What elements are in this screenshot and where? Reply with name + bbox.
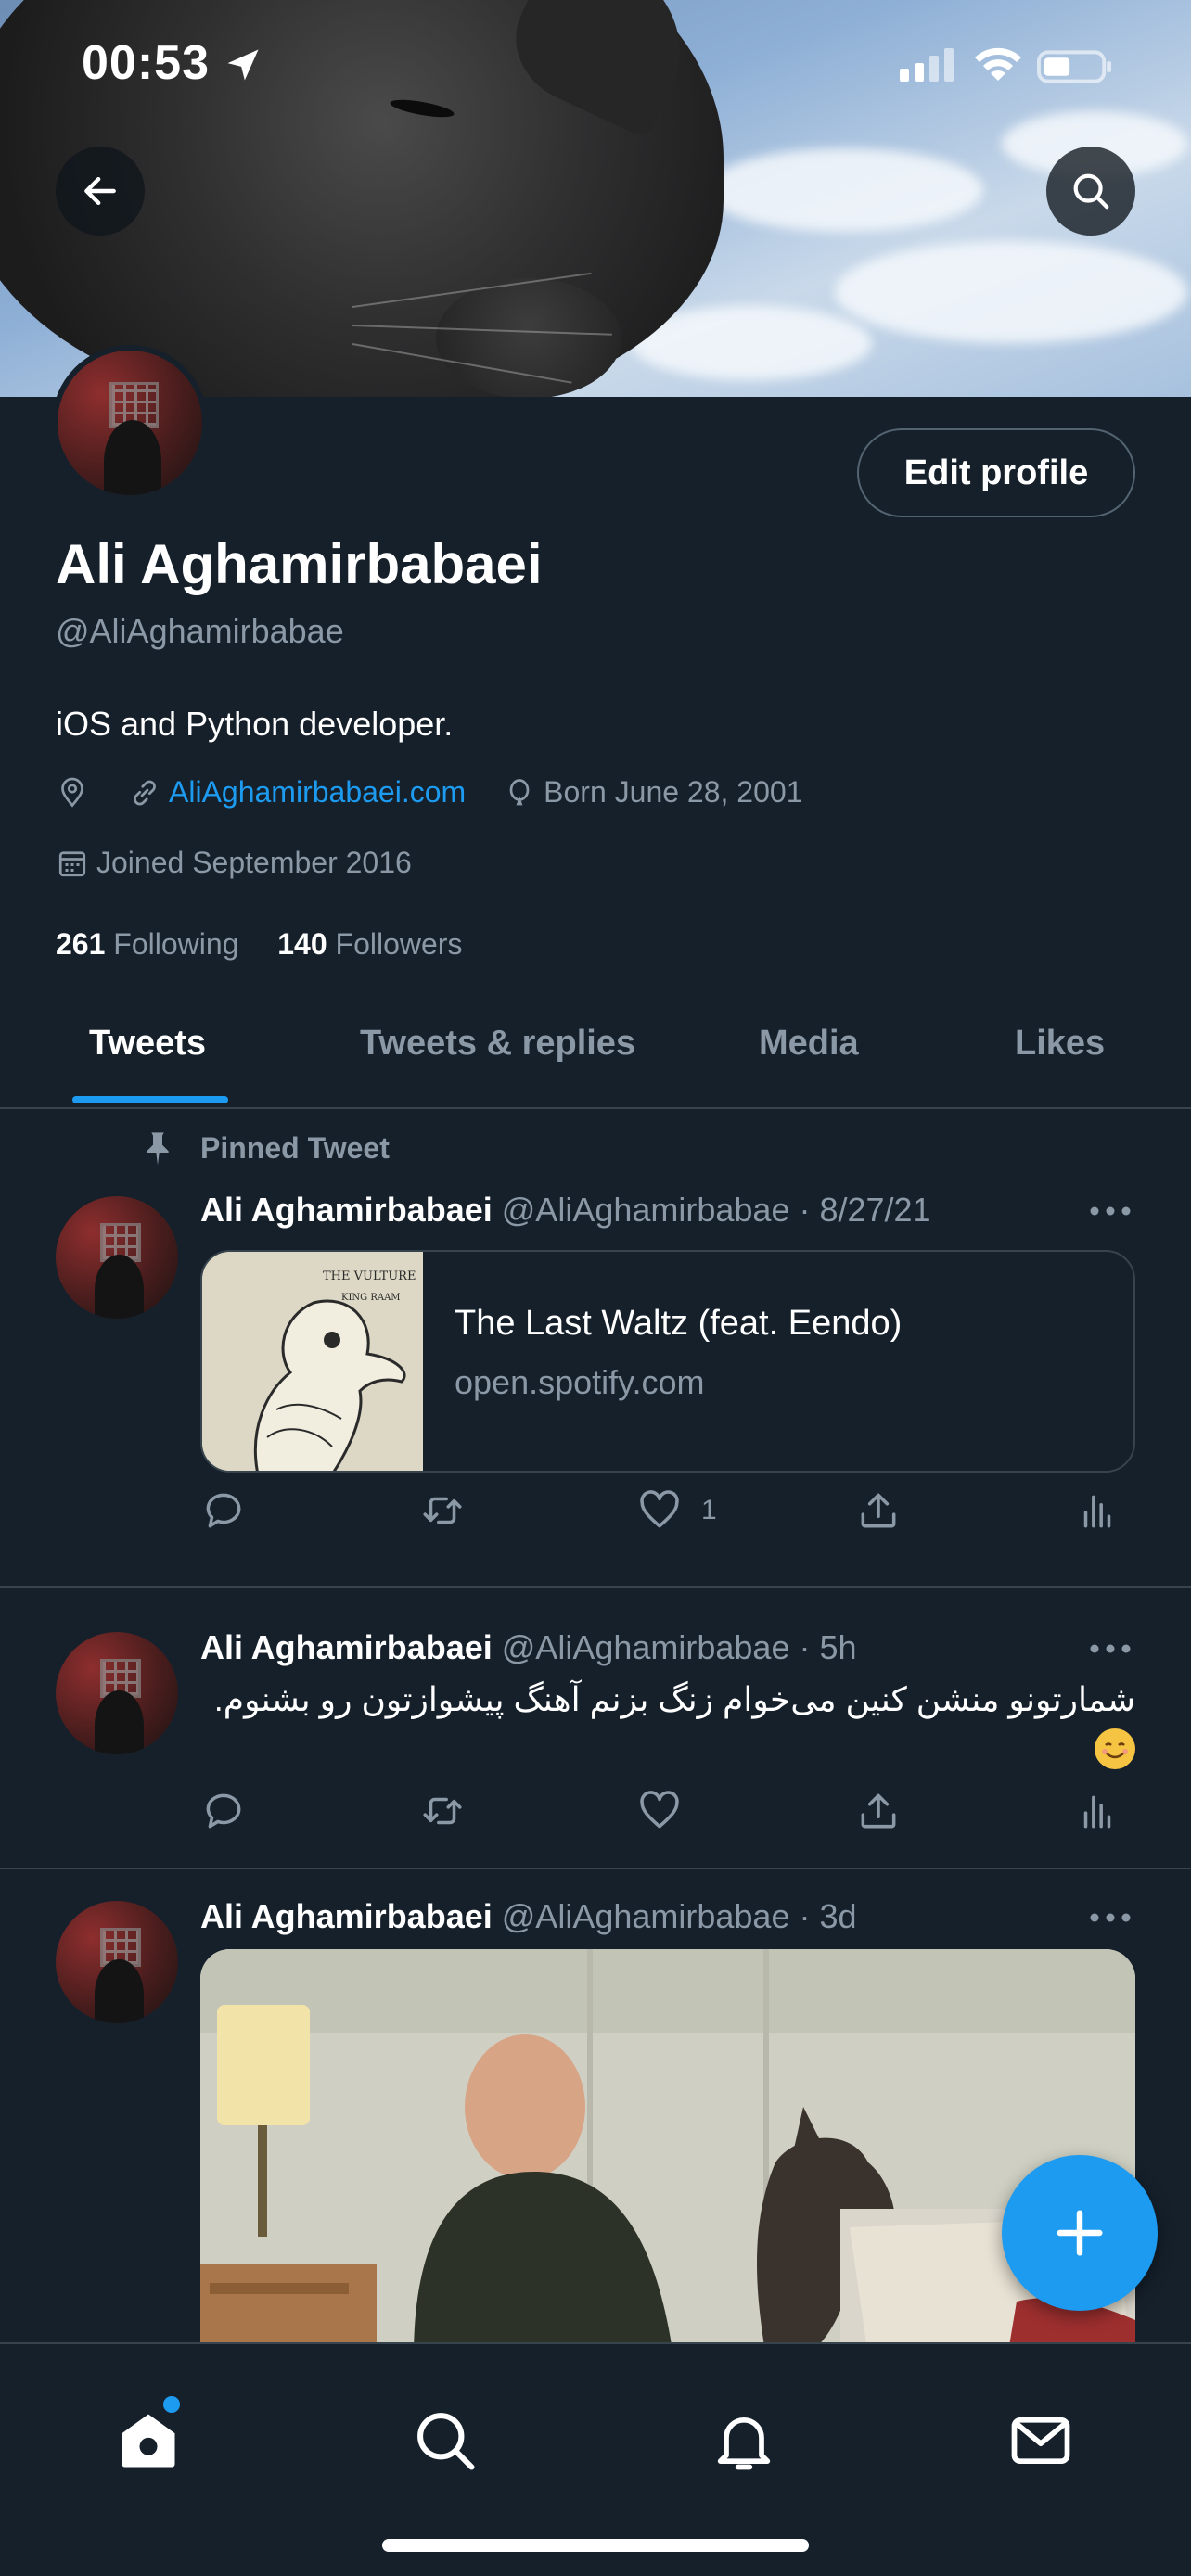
tweet-header: Ali Aghamirbabaei @AliAghamirbabae · 3d: [200, 1897, 857, 1936]
retweet-icon: [423, 1797, 462, 1825]
tweet-header: Ali Aghamirbabaei @AliAghamirbabae · 8/2…: [200, 1191, 931, 1230]
analytics-button[interactable]: [1074, 1487, 1121, 1534]
heart-icon: [640, 1791, 679, 1829]
balloon-icon: [509, 778, 530, 805]
tab-media[interactable]: Media: [759, 1024, 859, 1064]
link-card-title: The Last Waltz (feat. Eendo): [455, 1304, 903, 1343]
home-notification-dot: [163, 2396, 180, 2413]
reply-button[interactable]: [200, 1487, 247, 1534]
following-label: Following: [113, 927, 239, 961]
status-time: 00:53: [82, 36, 210, 90]
home-icon[interactable]: [113, 2405, 184, 2476]
analytics-icon: [1083, 1795, 1111, 1829]
share-icon: [861, 1493, 896, 1528]
like-button[interactable]: [636, 1788, 683, 1834]
status-bar: 00:53: [0, 0, 1191, 130]
search-button[interactable]: [1046, 147, 1135, 236]
profile-name: Ali Aghamirbabaei: [56, 533, 543, 595]
analytics-icon: [1083, 1495, 1111, 1528]
tweet-header: Ali Aghamirbabaei @AliAghamirbabae · 5h: [200, 1628, 857, 1667]
retweet-button[interactable]: [419, 1788, 466, 1834]
share-icon: [861, 1793, 896, 1829]
tweet-body: شمارتونو منشن کنین می‌خوام زنگ بزنم آهنگ…: [213, 1680, 1135, 1718]
reply-button[interactable]: [200, 1788, 247, 1834]
tab-likes[interactable]: Likes: [1015, 1024, 1105, 1064]
active-tab-indicator: [72, 1096, 228, 1103]
following-link[interactable]: 261 Following: [56, 927, 238, 961]
mail-icon[interactable]: [1005, 2405, 1076, 2476]
reply-icon: [206, 1793, 241, 1829]
more-options-icon[interactable]: [1089, 1912, 1132, 1923]
cellular-signal-icon: [900, 48, 954, 82]
compose-tweet-button[interactable]: [1002, 2155, 1158, 2311]
followers-count: 140: [277, 927, 327, 961]
tab-tweets-replies[interactable]: Tweets & replies: [360, 1024, 635, 1064]
plus-icon: [1057, 2210, 1103, 2256]
followers-label: Followers: [335, 927, 463, 961]
retweet-icon: [423, 1497, 462, 1524]
wifi-icon: [975, 47, 1021, 81]
pinned-tweet-label: Pinned Tweet: [200, 1130, 390, 1165]
tweet-avatar[interactable]: [56, 1901, 178, 2023]
back-button[interactable]: [56, 147, 145, 236]
battery-icon: [1037, 50, 1112, 83]
album-art-image: THE VULTURE KING RAAM: [202, 1252, 423, 1471]
tweet-pinned[interactable]: Pinned Tweet Ali Aghamirbabaei @AliAgham…: [0, 1111, 1191, 1588]
album-art-artist: KING RAAM: [341, 1293, 401, 1303]
profile-handle: @AliAghamirbabae: [56, 612, 344, 650]
pin-icon: [147, 1132, 169, 1166]
link-card[interactable]: THE VULTURE KING RAAM The Last Waltz (fe…: [200, 1250, 1135, 1473]
more-options-icon[interactable]: [1089, 1643, 1132, 1654]
link-icon: [134, 780, 156, 805]
following-count: 261: [56, 927, 106, 961]
pinned-label-row: Pinned Tweet: [139, 1129, 390, 1167]
tweet-actions: [200, 1788, 1135, 1843]
location-pin-icon: [61, 777, 83, 808]
bell-icon[interactable]: [709, 2405, 779, 2476]
profile-avatar[interactable]: [52, 345, 208, 501]
location-arrow-icon: [227, 49, 259, 81]
profile-bio: iOS and Python developer.: [56, 705, 454, 743]
follow-counts: 261 Following 140 Followers: [56, 927, 462, 962]
analytics-button[interactable]: [1074, 1788, 1121, 1834]
tweet-author-name[interactable]: Ali Aghamirbabaei: [200, 1191, 493, 1229]
edit-profile-button[interactable]: Edit profile: [857, 428, 1135, 517]
like-button[interactable]: 1: [636, 1487, 717, 1534]
tweet-author-meta: @AliAghamirbabae · 3d: [501, 1897, 857, 1935]
more-options-icon[interactable]: [1089, 1205, 1132, 1217]
profile-meta-row: AliAghamirbabaei.com Born June 28, 2001: [56, 775, 802, 810]
tweet-media-video[interactable]: [200, 1949, 1135, 2357]
search-icon: [1073, 173, 1109, 210]
home-indicator: [382, 2539, 809, 2552]
profile-joined-row: Joined September 2016: [56, 846, 412, 880]
heart-icon: [640, 1490, 679, 1528]
profile-tabs: Tweets Tweets & replies Media Likes: [0, 1001, 1191, 1109]
smiling-face-emoji-icon: [1095, 1728, 1135, 1770]
album-art-title: THE VULTURE: [323, 1269, 416, 1283]
profile-joined: Joined September 2016: [96, 846, 412, 879]
tweet-item[interactable]: Ali Aghamirbabaei @AliAghamirbabae · 5h …: [0, 1588, 1191, 1869]
arrow-left-icon: [84, 176, 116, 206]
search-icon[interactable]: [410, 2405, 480, 2476]
like-count: 1: [701, 1495, 717, 1525]
tweet-author-meta: @AliAghamirbabae · 8/27/21: [501, 1191, 931, 1229]
link-card-domain: open.spotify.com: [455, 1363, 705, 1401]
tab-tweets[interactable]: Tweets: [89, 1024, 206, 1064]
share-button[interactable]: [855, 1788, 902, 1834]
tweet-author-name[interactable]: Ali Aghamirbabaei: [200, 1628, 493, 1666]
retweet-button[interactable]: [419, 1487, 466, 1534]
reply-icon: [206, 1493, 241, 1528]
tweet-actions: 1: [200, 1487, 1135, 1543]
tweet-avatar[interactable]: [56, 1196, 178, 1319]
tweet-author-name[interactable]: Ali Aghamirbabaei: [200, 1897, 493, 1935]
tweet-avatar[interactable]: [56, 1632, 178, 1754]
calendar-icon: [58, 850, 86, 876]
tweet-text: شمارتونو منشن کنین می‌خوام زنگ بزنم آهنگ…: [200, 1678, 1135, 1770]
followers-link[interactable]: 140 Followers: [277, 927, 462, 961]
profile-website-link[interactable]: AliAghamirbabaei.com: [169, 775, 466, 810]
share-button[interactable]: [855, 1487, 902, 1534]
profile-birthday: Born June 28, 2001: [544, 775, 803, 809]
tweet-author-meta: @AliAghamirbabae · 5h: [501, 1628, 857, 1666]
